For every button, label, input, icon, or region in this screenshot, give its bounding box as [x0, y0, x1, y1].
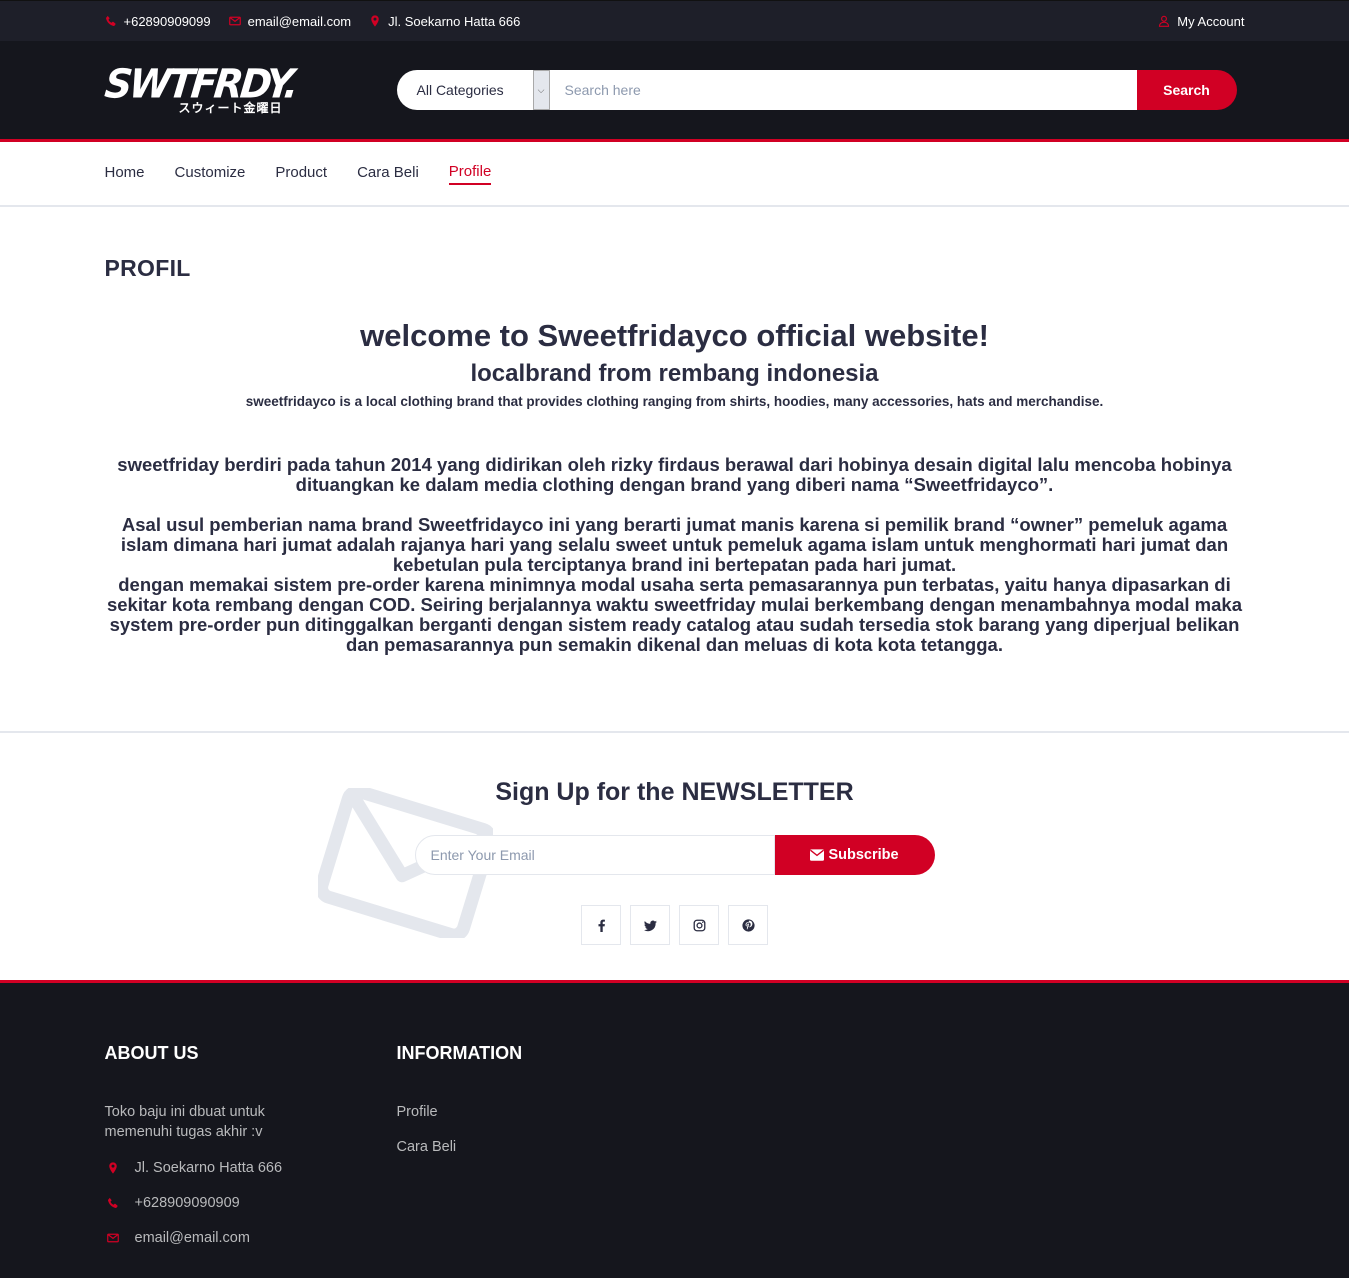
page-title: PROFIL: [104, 255, 191, 281]
logo-wordmark: SWTFRDY.: [102, 60, 298, 108]
facebook-icon: [595, 919, 608, 932]
instagram-icon: [693, 919, 706, 932]
nav-item-product[interactable]: Product: [275, 164, 327, 184]
footer-email[interactable]: email@email.com: [105, 1220, 397, 1255]
my-account-link[interactable]: My Account: [1158, 13, 1245, 29]
newsletter-section: Sign Up for the NEWSLETTER Subscribe: [0, 733, 1349, 983]
top-phone-text: +62890909099: [123, 13, 211, 29]
footer-phone[interactable]: +628909090909: [105, 1185, 397, 1220]
map-marker-icon: [369, 15, 381, 27]
phone-icon: [107, 1197, 119, 1209]
footer-address[interactable]: Jl. Soekarno Hatta 666: [105, 1150, 397, 1185]
my-account-label: My Account: [1177, 13, 1245, 29]
top-email-link[interactable]: email@email.com: [228, 13, 352, 29]
nav-item-customize[interactable]: Customize: [175, 164, 246, 184]
footer-phone-text: +628909090909: [134, 1194, 240, 1211]
subtitle-heading: localbrand from rembang indonesia: [470, 360, 879, 387]
subscribe-label: Subscribe: [828, 847, 899, 863]
facebook-link[interactable]: [581, 905, 621, 945]
search-form: All Categories ⌵ Search: [396, 70, 1237, 110]
intro-text: sweetfridayco is a local clothing brand …: [245, 394, 1104, 409]
footer: ABOUT US Toko baju ini dbuat untuk memen…: [0, 983, 1349, 1278]
nav-item-home[interactable]: Home: [105, 164, 145, 184]
user-icon: [1158, 15, 1170, 27]
brand-logo[interactable]: SWTFRDY. スウィート金曜日: [102, 60, 397, 114]
footer-information-column: INFORMATION Profile Cara Beli: [397, 1043, 689, 1255]
nav-item-cara-beli[interactable]: Cara Beli: [357, 164, 419, 184]
map-marker-icon: [107, 1161, 119, 1174]
social-links: [0, 905, 1349, 945]
instagram-link[interactable]: [679, 905, 719, 945]
top-address-link[interactable]: Jl. Soekarno Hatta 666: [369, 14, 520, 29]
twitter-icon: [643, 919, 657, 932]
top-contact-links: +62890909099 email@email.com Jl. Soekarn…: [105, 13, 520, 29]
main-navigation: Home Customize Product Cara Beli Profile: [0, 142, 1349, 207]
profile-body: sweetfriday berdiri pada tahun 2014 yang…: [105, 455, 1245, 655]
newsletter-title-bold: NEWSLETTER: [681, 778, 854, 806]
profile-section: PROFIL welcome to Sweetfridayco official…: [0, 207, 1349, 733]
main-header: SWTFRDY. スウィート金曜日 All Categories ⌵ Searc…: [0, 41, 1349, 142]
welcome-heading: welcome to Sweetfridayco official websit…: [360, 318, 989, 353]
twitter-link[interactable]: [630, 905, 670, 945]
footer-address-text: Jl. Soekarno Hatta 666: [134, 1159, 283, 1176]
newsletter-form: Subscribe: [0, 835, 1349, 875]
newsletter-title: Sign Up for the NEWSLETTER: [0, 733, 1349, 807]
envelope-icon: [106, 1232, 119, 1244]
envelope-icon: [228, 15, 241, 27]
footer-information-title: INFORMATION: [396, 1043, 523, 1063]
subscribe-button[interactable]: Subscribe: [774, 835, 935, 875]
top-address-text: Jl. Soekarno Hatta 666: [388, 13, 521, 29]
category-select[interactable]: All Categories ⌵: [396, 70, 550, 110]
search-button[interactable]: Search: [1136, 70, 1237, 110]
profile-paragraph-1: sweetfriday berdiri pada tahun 2014 yang…: [117, 454, 1232, 495]
footer-about-column: ABOUT US Toko baju ini dbuat untuk memen…: [105, 1043, 397, 1255]
profile-paragraph-2: Asal usul pemberian nama brand Sweetfrid…: [120, 514, 1229, 575]
top-email-text: email@email.com: [247, 13, 352, 29]
pinterest-icon: [741, 918, 755, 932]
newsletter-email-input[interactable]: [414, 835, 775, 875]
profile-paragraph-3: dengan memakai sistem pre-order karena m…: [106, 574, 1242, 655]
footer-email-text: email@email.com: [134, 1229, 250, 1246]
footer-about-title: ABOUT US: [104, 1043, 199, 1063]
top-phone-link[interactable]: +62890909099: [105, 14, 211, 29]
footer-about-text: Toko baju ini dbuat untuk memenuhi tugas…: [104, 1104, 265, 1140]
nav-item-profile[interactable]: Profile: [448, 163, 492, 185]
envelope-icon: [810, 849, 825, 861]
pinterest-link[interactable]: [728, 905, 768, 945]
footer-link-profile[interactable]: Profile: [397, 1102, 689, 1137]
footer-link-cara-beli[interactable]: Cara Beli: [397, 1137, 689, 1172]
chevron-down-icon[interactable]: ⌵: [532, 70, 550, 110]
top-bar: +62890909099 email@email.com Jl. Soekarn…: [0, 0, 1349, 41]
search-input[interactable]: [549, 70, 1137, 110]
category-selected-value: All Categories: [416, 82, 504, 98]
phone-icon: [105, 15, 117, 27]
newsletter-title-prefix: Sign Up for the: [495, 778, 675, 806]
